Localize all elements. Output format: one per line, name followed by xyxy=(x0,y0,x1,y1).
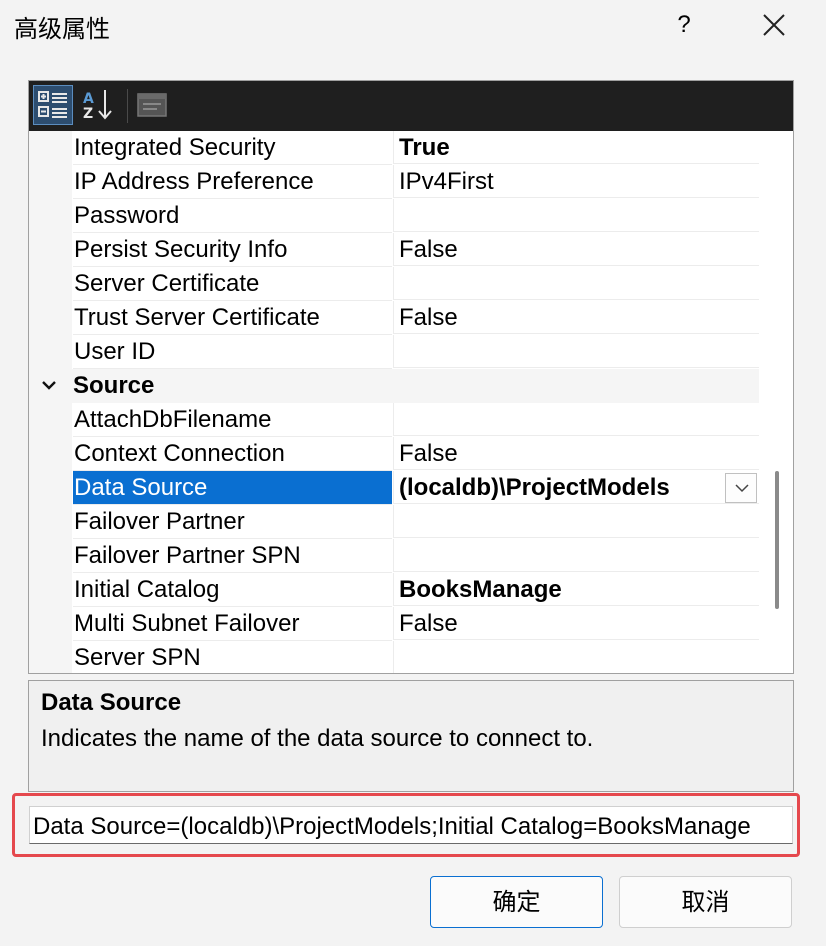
property-pages-button[interactable] xyxy=(133,85,173,125)
property-value[interactable] xyxy=(393,539,759,572)
description-title: Data Source xyxy=(41,689,182,716)
property-row[interactable]: Multi Subnet Failover False xyxy=(29,607,759,641)
close-icon xyxy=(763,14,785,36)
row-gutter xyxy=(29,437,72,471)
vertical-scrollbar[interactable] xyxy=(767,131,791,671)
property-name[interactable]: Trust Server Certificate xyxy=(73,301,392,335)
property-value[interactable]: False xyxy=(393,607,759,640)
property-value[interactable] xyxy=(393,641,759,673)
svg-text:Z: Z xyxy=(83,106,93,122)
property-grid-toolbar: A Z xyxy=(29,81,793,131)
property-row[interactable]: Data Source (localdb)\ProjectModels xyxy=(29,471,759,505)
description-text: Indicates the name of the data source to… xyxy=(41,725,594,752)
property-name[interactable]: Integrated Security xyxy=(73,131,392,165)
svg-text:A: A xyxy=(83,91,94,107)
ok-button[interactable]: 确定 xyxy=(430,876,603,928)
property-value[interactable] xyxy=(393,267,759,300)
property-value[interactable] xyxy=(393,403,759,436)
property-value[interactable] xyxy=(393,199,759,232)
property-row[interactable]: Server Certificate xyxy=(29,267,759,301)
property-name[interactable]: Failover Partner xyxy=(73,505,392,539)
property-row[interactable]: Integrated Security True xyxy=(29,131,759,165)
row-gutter xyxy=(29,267,72,301)
row-gutter xyxy=(29,165,72,199)
chevron-down-icon[interactable] xyxy=(41,379,57,391)
property-name[interactable]: User ID xyxy=(73,335,392,369)
description-panel: Data Source Indicates the name of the da… xyxy=(28,680,794,792)
row-gutter xyxy=(29,641,72,673)
property-row[interactable]: Failover Partner xyxy=(29,505,759,539)
row-gutter xyxy=(29,233,72,267)
property-row[interactable]: Server SPN xyxy=(29,641,759,673)
property-value[interactable]: False xyxy=(393,437,759,470)
row-gutter xyxy=(29,335,72,369)
categorized-view-icon xyxy=(38,91,67,118)
row-gutter xyxy=(29,607,72,641)
property-grid: A Z Integrated Security True IP Address Pr… xyxy=(28,80,794,674)
cancel-button[interactable]: 取消 xyxy=(619,876,792,928)
row-gutter xyxy=(29,301,72,335)
property-value[interactable]: False xyxy=(393,301,759,334)
property-name[interactable]: Initial Catalog xyxy=(73,573,392,607)
help-button[interactable]: ? xyxy=(664,6,704,44)
connection-string-field[interactable]: Data Source=(localdb)\ProjectModels;Init… xyxy=(29,806,793,844)
chevron-down-icon xyxy=(735,484,749,493)
property-row[interactable]: Initial Catalog BooksManage xyxy=(29,573,759,607)
property-name[interactable]: Context Connection xyxy=(73,437,392,471)
property-name[interactable]: AttachDbFilename xyxy=(73,403,392,437)
property-name[interactable]: Password xyxy=(73,199,392,233)
property-row[interactable]: Context Connection False xyxy=(29,437,759,471)
row-gutter xyxy=(29,403,72,437)
row-gutter xyxy=(29,131,72,165)
row-gutter xyxy=(29,573,72,607)
property-row[interactable]: AttachDbFilename xyxy=(29,403,759,437)
property-name[interactable]: Server Certificate xyxy=(73,267,392,301)
categorized-view-button[interactable] xyxy=(33,85,73,125)
toolbar-separator xyxy=(127,89,128,123)
property-name[interactable]: Persist Security Info xyxy=(73,233,392,267)
category-row[interactable]: Source xyxy=(29,369,759,403)
property-name[interactable]: Failover Partner SPN xyxy=(73,539,392,573)
property-row[interactable]: Failover Partner SPN xyxy=(29,539,759,573)
title-bar: 高级属性 ? xyxy=(0,0,826,52)
row-gutter xyxy=(29,471,72,505)
property-row[interactable]: Password xyxy=(29,199,759,233)
alphabetical-sort-button[interactable]: A Z xyxy=(79,85,119,125)
property-value[interactable]: BooksManage xyxy=(393,573,759,606)
property-row[interactable]: User ID xyxy=(29,335,759,369)
value-dropdown-button[interactable] xyxy=(725,473,757,503)
property-value[interactable] xyxy=(393,505,759,538)
row-gutter xyxy=(29,539,72,573)
property-row[interactable]: Trust Server Certificate False xyxy=(29,301,759,335)
property-value[interactable] xyxy=(393,335,759,368)
property-name[interactable]: Multi Subnet Failover xyxy=(73,607,392,641)
property-row[interactable]: Persist Security Info False xyxy=(29,233,759,267)
category-label: Source xyxy=(73,372,155,399)
property-pages-icon xyxy=(137,93,167,117)
connection-string-text: Data Source=(localdb)\ProjectModels;Init… xyxy=(33,813,751,840)
property-name[interactable]: Data Source xyxy=(73,471,392,505)
property-value[interactable]: False xyxy=(393,233,759,266)
row-gutter xyxy=(29,505,72,539)
property-row[interactable]: IP Address Preference IPv4First xyxy=(29,165,759,199)
property-name[interactable]: Server SPN xyxy=(73,641,392,673)
scrollbar-thumb[interactable] xyxy=(775,471,779,609)
property-value[interactable]: IPv4First xyxy=(393,165,759,198)
alphabetical-sort-icon: A Z xyxy=(83,90,112,122)
property-name[interactable]: IP Address Preference xyxy=(73,165,392,199)
close-button[interactable] xyxy=(752,6,796,44)
property-value[interactable]: (localdb)\ProjectModels xyxy=(393,471,759,504)
dialog-title: 高级属性 xyxy=(14,15,110,43)
property-value[interactable]: True xyxy=(393,131,759,164)
row-gutter xyxy=(29,199,72,233)
